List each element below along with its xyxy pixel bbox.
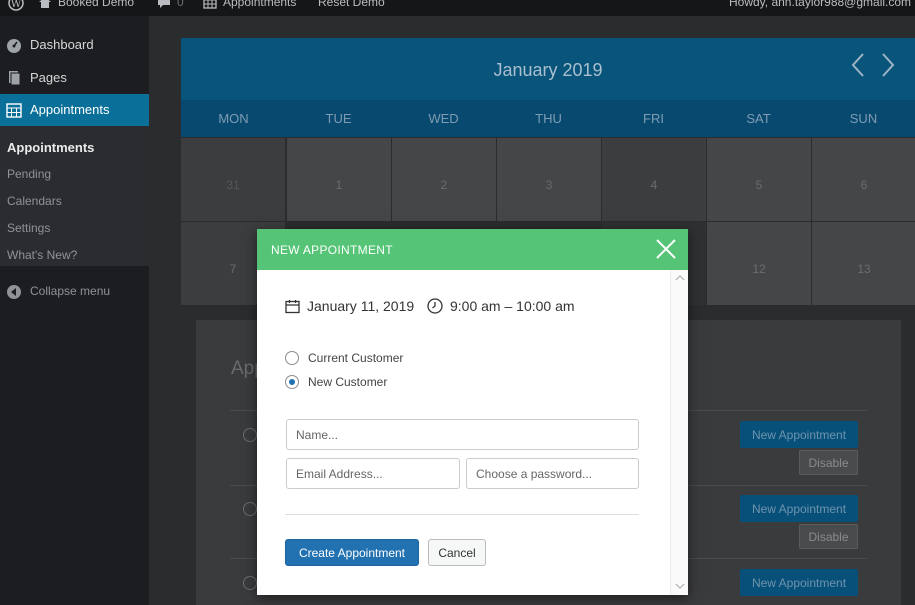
submenu-item-appointments[interactable]: Appointments: [7, 140, 94, 155]
collapse-menu-label: Collapse menu: [30, 284, 111, 298]
radio-button-checked[interactable]: [285, 375, 299, 389]
sidebar-item-pages[interactable]: Pages: [0, 62, 149, 94]
home-icon: [39, 0, 51, 8]
radio-button[interactable]: [285, 351, 299, 365]
comment-icon: [158, 0, 170, 8]
dashboard-icon: [7, 39, 21, 53]
modal-header: NEW APPOINTMENT: [257, 229, 688, 270]
sidebar-item-label: Appointments: [30, 102, 110, 117]
comments-count: 0: [177, 0, 184, 9]
svg-text:W: W: [11, 0, 22, 10]
chevron-right-icon[interactable]: [878, 52, 898, 78]
appointments-submenu: Appointments Pending Calendars Settings …: [0, 126, 149, 266]
calendar-month-title: January 2019: [493, 60, 603, 80]
password-input[interactable]: [466, 458, 639, 489]
appointment-date: January 11, 2019: [285, 298, 414, 314]
create-appointment-button[interactable]: Create Appointment: [285, 539, 419, 566]
appointments-adminbar-link[interactable]: Appointments: [203, 0, 296, 9]
day-name: THU: [535, 111, 562, 126]
appointments-adminbar-label: Appointments: [223, 0, 297, 9]
radio-label: Current Customer: [308, 351, 404, 365]
email-input[interactable]: [286, 458, 460, 489]
sidebar-item-label: Dashboard: [30, 37, 94, 52]
comments-link[interactable]: 0: [157, 0, 184, 9]
modal-divider: [285, 514, 639, 515]
scroll-up-icon[interactable]: [675, 275, 685, 281]
clock-icon: [243, 502, 257, 516]
sidebar-item-dashboard[interactable]: Dashboard: [0, 29, 149, 61]
calendar-day-number: 13: [857, 262, 871, 276]
calendar-day-number: 1: [335, 178, 343, 192]
calendar-day-cell[interactable]: 3: [497, 138, 601, 221]
appointment-time-label: 9:00 am – 10:00 am: [450, 298, 575, 314]
calendar-day-names: MON TUE WED THU FRI SAT SUN: [181, 100, 915, 137]
scroll-down-icon[interactable]: [675, 583, 685, 589]
day-name: WED: [428, 111, 459, 126]
site-name-label: Booked Demo: [58, 0, 135, 9]
submenu-item-whats-new[interactable]: What's New?: [7, 248, 77, 262]
sidebar-item-label: Pages: [30, 70, 67, 85]
submenu-item-pending[interactable]: Pending: [7, 167, 51, 181]
calendar-day-cell[interactable]: 12: [707, 222, 811, 305]
new-appointment-button[interactable]: New Appointment: [740, 421, 858, 448]
calendar-day-cell[interactable]: 13: [812, 222, 915, 305]
calendar-day-number: 31: [226, 178, 240, 192]
sidebar-item-appointments[interactable]: Appointments: [0, 94, 157, 126]
cancel-button[interactable]: Cancel: [428, 539, 486, 566]
chevron-left-icon[interactable]: [848, 52, 868, 78]
calendar-day-number: 12: [752, 262, 766, 276]
calendar-icon: [6, 103, 22, 118]
new-appointment-button[interactable]: New Appointment: [740, 569, 858, 596]
clock-icon: [243, 576, 257, 590]
radio-current-customer[interactable]: Current Customer: [285, 351, 403, 365]
collapse-arrow-icon: [7, 285, 21, 299]
calendar-day-cell[interactable]: 6: [812, 138, 915, 221]
close-icon[interactable]: [654, 237, 678, 261]
calendar-day-number: 6: [860, 178, 868, 192]
radio-label: New Customer: [308, 375, 388, 389]
wordpress-logo-icon[interactable]: W: [8, 0, 24, 11]
calendar-day-number: 2: [440, 178, 448, 192]
admin-sidebar: Dashboard Pages Appointments Appointment…: [0, 16, 157, 605]
radio-new-customer[interactable]: New Customer: [285, 375, 387, 389]
submenu-item-settings[interactable]: Settings: [7, 221, 50, 235]
calendar-day-cell[interactable]: 2: [392, 138, 496, 221]
day-name: SAT: [746, 111, 771, 126]
name-input[interactable]: [286, 419, 639, 450]
site-name-link[interactable]: Booked Demo: [38, 0, 134, 9]
collapse-menu-button[interactable]: Collapse menu: [0, 276, 149, 308]
new-appointment-modal: NEW APPOINTMENT January 11, 2019 9:00 am…: [257, 229, 688, 595]
calendar-icon: [285, 299, 300, 313]
calendar-day-number: 4: [650, 178, 658, 192]
calendar-day-cell[interactable]: 1: [287, 138, 391, 221]
calendar-header: January 2019: [181, 38, 915, 100]
pages-icon: [9, 71, 21, 86]
calendar-day-number: 5: [755, 178, 763, 192]
submenu-item-calendars[interactable]: Calendars: [7, 194, 62, 208]
appointment-time: 9:00 am – 10:00 am: [427, 298, 575, 314]
calendar-icon: [203, 0, 217, 9]
calendar-day-cell[interactable]: 5: [707, 138, 811, 221]
modal-scrollbar[interactable]: [670, 270, 688, 595]
calendar-day-number: 3: [545, 178, 553, 192]
calendar-day-cell[interactable]: 4: [602, 138, 706, 221]
howdy-user-label: Howdy, ann.taylor988@gmail.com: [729, 0, 912, 9]
day-name: SUN: [849, 111, 878, 126]
disable-button[interactable]: Disable: [799, 524, 858, 549]
new-appointment-button[interactable]: New Appointment: [740, 495, 858, 522]
appointment-date-label: January 11, 2019: [307, 298, 415, 314]
clock-icon: [243, 428, 257, 442]
disable-button[interactable]: Disable: [799, 450, 858, 475]
howdy-user-link[interactable]: Howdy, ann.taylor988@gmail.com: [729, 0, 911, 9]
calendar-day-cell[interactable]: 31: [181, 138, 285, 221]
reset-demo-label: Reset Demo: [318, 0, 385, 9]
day-name: MON: [218, 111, 249, 126]
clock-icon: [427, 298, 443, 314]
day-name: TUE: [325, 111, 352, 126]
admin-bar: W Booked Demo 0 Appointments Reset Demo …: [0, 0, 915, 16]
reset-demo-link[interactable]: Reset Demo: [318, 0, 385, 9]
day-name: FRI: [643, 111, 664, 126]
modal-title: NEW APPOINTMENT: [271, 243, 393, 257]
